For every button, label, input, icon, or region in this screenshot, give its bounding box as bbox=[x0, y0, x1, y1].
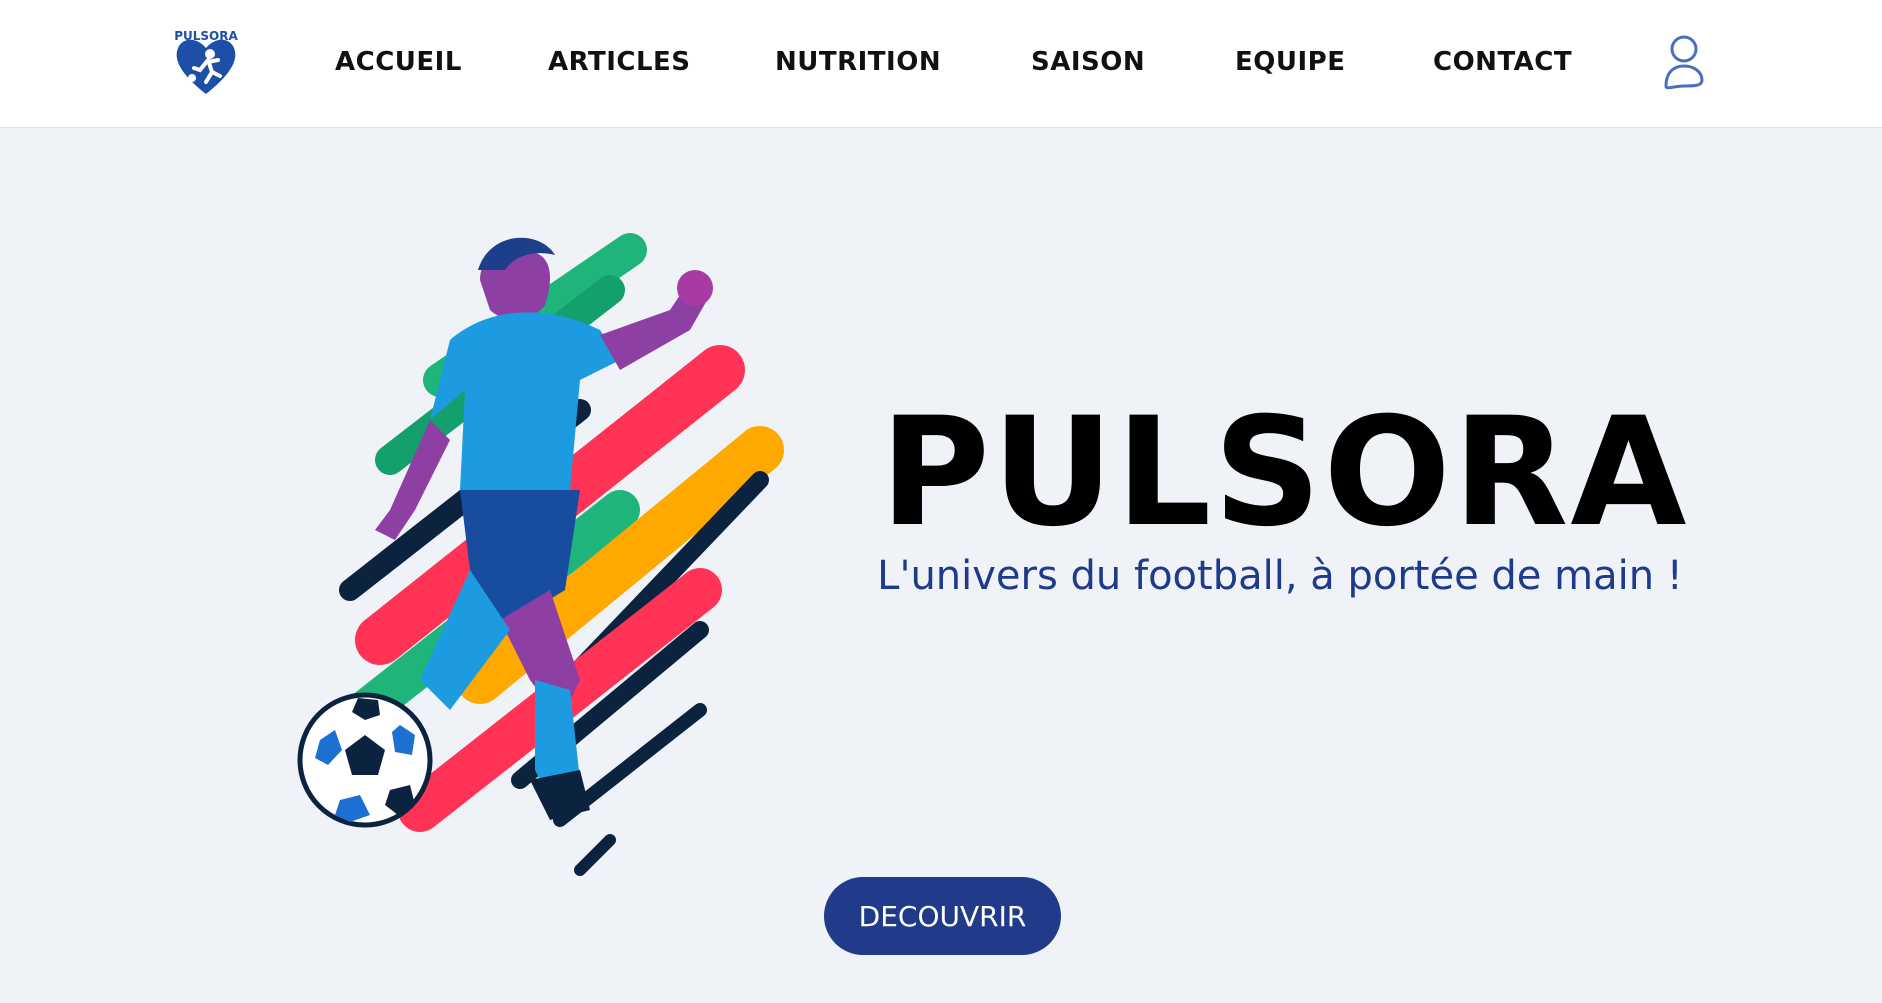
nav-articles[interactable]: ARTICLES bbox=[548, 47, 691, 77]
hero-section: PULSORA L'univers du football, à portée … bbox=[0, 128, 1882, 1003]
user-icon[interactable] bbox=[1660, 34, 1708, 90]
svg-text:PULSORA: PULSORA bbox=[174, 29, 238, 43]
nav-nutrition[interactable]: NUTRITION bbox=[775, 47, 941, 77]
nav-accueil[interactable]: ACCUEIL bbox=[335, 47, 462, 77]
brand-title: PULSORA bbox=[880, 386, 1689, 560]
hero-tagline: L'univers du football, à portée de main … bbox=[877, 553, 1683, 599]
nav-equipe[interactable]: EQUIPE bbox=[1235, 47, 1345, 77]
nav-contact[interactable]: CONTACT bbox=[1433, 47, 1572, 77]
nav-saison[interactable]: SAISON bbox=[1031, 47, 1145, 77]
pulsora-logo[interactable]: PULSORA bbox=[170, 26, 242, 98]
discover-button[interactable]: DECOUVRIR bbox=[824, 877, 1061, 955]
top-navbar: PULSORA ACCUEIL ARTICLES NUTRITION SAISO… bbox=[0, 0, 1882, 128]
heart-logo-icon: PULSORA bbox=[174, 29, 238, 94]
footballer-illustration bbox=[280, 210, 800, 930]
